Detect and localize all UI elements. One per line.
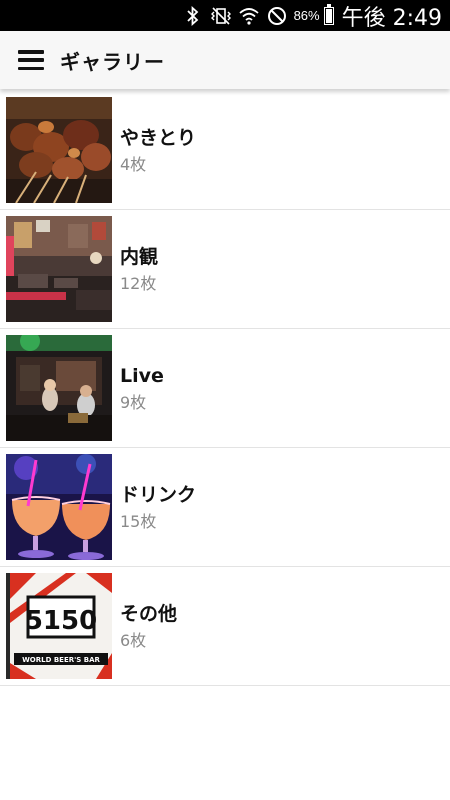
- gallery-item-count: 4枚: [120, 154, 147, 174]
- gallery-item-count: 12枚: [120, 273, 157, 293]
- yakitori-thumbnail: [6, 97, 112, 203]
- gallery-item-other[interactable]: 5150 WORLD BEER'S BAR その他 6枚: [0, 567, 450, 686]
- hamburger-menu-icon[interactable]: [18, 50, 44, 70]
- do-not-disturb-icon: [266, 5, 288, 27]
- other-thumbnail: 5150 WORLD BEER'S BAR: [6, 573, 112, 679]
- battery-icon: [323, 3, 334, 25]
- gallery-item-title: その他: [120, 602, 178, 625]
- gallery-item-live[interactable]: Live 9枚: [0, 329, 450, 448]
- gallery-item-title: 内観: [120, 245, 159, 268]
- bluetooth-icon: [182, 5, 204, 27]
- live-thumbnail: [6, 335, 112, 441]
- svg-text:WORLD BEER'S BAR: WORLD BEER'S BAR: [22, 656, 100, 664]
- gallery-item-drink[interactable]: ドリンク 15枚: [0, 448, 450, 567]
- interior-thumbnail: [6, 216, 112, 322]
- wifi-icon: [238, 5, 260, 27]
- gallery-item-yakitori[interactable]: やきとり 4枚: [0, 91, 450, 210]
- gallery-item-title: やきとり: [120, 126, 197, 149]
- gallery-list: やきとり 4枚 内観 12枚 Live 9枚 ドリンク 15枚 5150 WOR…: [0, 91, 450, 686]
- battery-percent: 86%: [293, 8, 320, 23]
- app-bar: ギャラリー: [0, 31, 450, 89]
- gallery-item-title: Live: [120, 364, 164, 387]
- vibrate-icon: [210, 5, 232, 27]
- gallery-item-count: 6枚: [120, 630, 147, 650]
- gallery-item-count: 9枚: [120, 392, 147, 412]
- gallery-item-count: 15枚: [120, 511, 157, 531]
- gallery-item-title: ドリンク: [120, 483, 197, 506]
- page-title: ギャラリー: [60, 49, 165, 74]
- drink-thumbnail: [6, 454, 112, 560]
- gallery-item-interior[interactable]: 内観 12枚: [0, 210, 450, 329]
- clock: 午後 2:49: [341, 5, 442, 31]
- status-bar: 86% 午後 2:49: [0, 0, 450, 31]
- svg-text:5150: 5150: [25, 606, 97, 636]
